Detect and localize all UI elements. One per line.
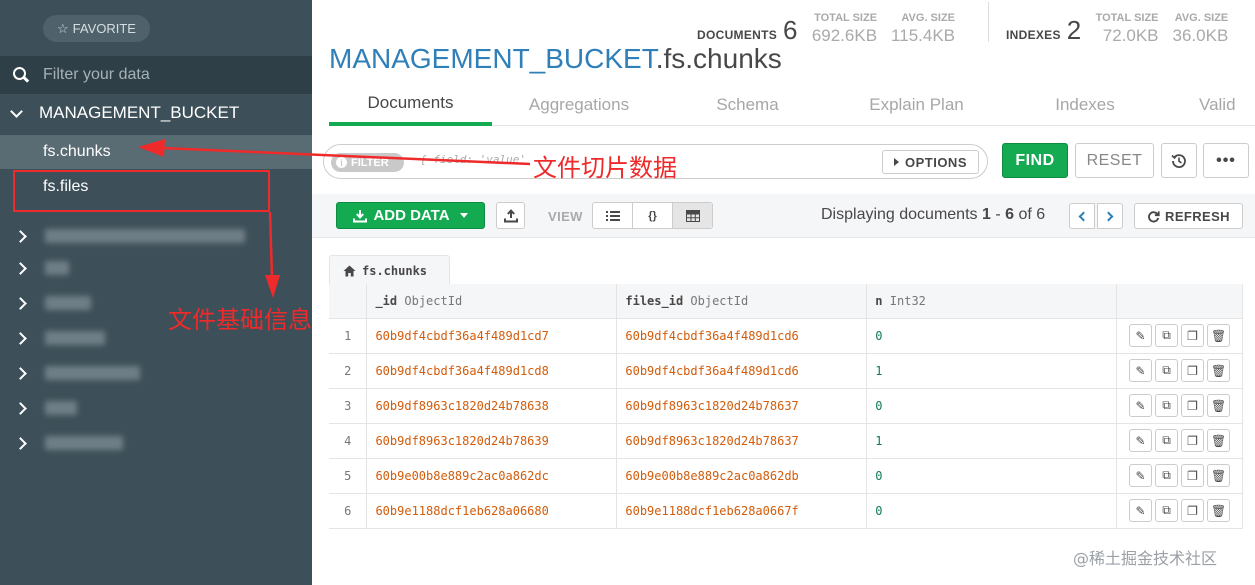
watermark: @稀土掘金技术社区 (1073, 549, 1218, 568)
arrow-to-files-note (265, 211, 280, 298)
annotation-files-note: 文件基础信息 (168, 306, 312, 334)
annotation-arrows (138, 139, 531, 298)
annotation-chunks-note: 文件切片数据 (533, 154, 677, 182)
arrow-to-fs-chunks (138, 139, 531, 166)
